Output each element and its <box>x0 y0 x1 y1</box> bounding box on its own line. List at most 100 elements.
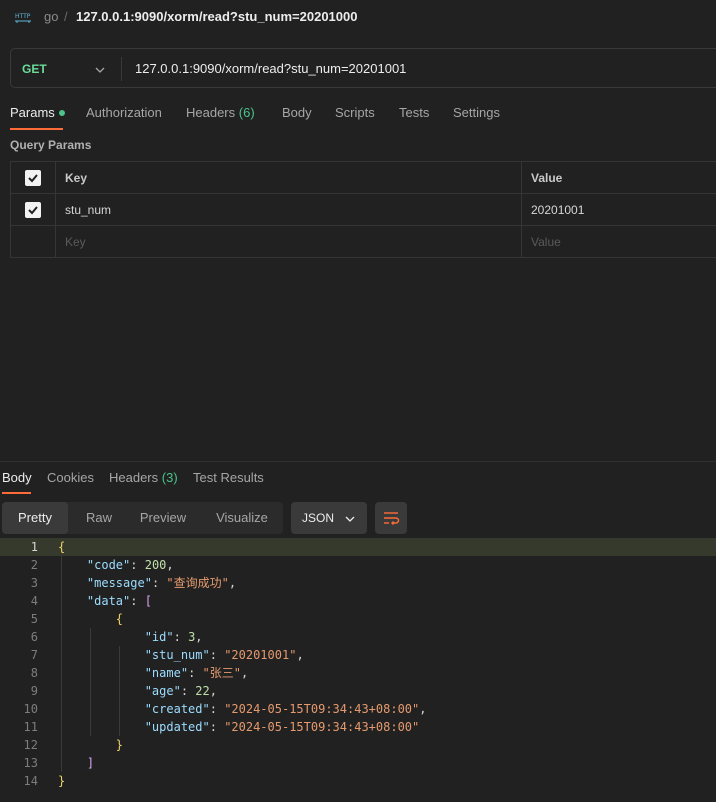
empty-check-cell <box>10 225 56 258</box>
line-number: 8 <box>30 666 38 680</box>
code-text: "data": [ <box>86 594 152 608</box>
row-check-cell <box>10 193 56 226</box>
table-row-empty: Key Value <box>10 225 716 258</box>
response-tabs: Body Cookies Headers (3) Test Results <box>0 470 716 494</box>
row-checkbox[interactable] <box>25 201 41 218</box>
view-mode-segment: Pretty Raw Preview Visualize <box>2 502 283 534</box>
table-row: stu_num 20201001 <box>10 193 716 226</box>
query-params-table: Key Value stu_num 20201001 Key Value <box>10 161 716 258</box>
line-number: 12 <box>23 738 38 752</box>
code-text: "id": 3, <box>144 630 203 644</box>
wrap-lines-icon <box>375 512 407 537</box>
line-number: 1 <box>30 540 38 554</box>
code-text: "message": "查询成功", <box>86 576 237 590</box>
code-line: 2 "code": 200, <box>0 556 716 574</box>
breadcrumb-workspace[interactable]: go <box>44 9 58 24</box>
view-visualize-button[interactable]: Visualize <box>206 502 278 534</box>
code-text: { <box>58 540 66 554</box>
response-tab-headers-label: Headers <box>109 470 159 485</box>
response-tab-test-results[interactable]: Test Results <box>193 470 264 485</box>
code-text: "created": "2024-05-15T09:34:43+08:00", <box>144 702 427 716</box>
params-active-dot <box>58 109 65 116</box>
code-line: 9 "age": 22, <box>0 682 716 700</box>
line-number: 14 <box>23 774 38 788</box>
tab-body[interactable]: Body <box>282 105 312 120</box>
top-bar: HTTP go / 127.0.0.1:9090/xorm/read?stu_n… <box>0 0 716 36</box>
key-placeholder-cell[interactable]: Key <box>55 225 522 258</box>
line-number: 7 <box>30 648 38 662</box>
key-column-header: Key <box>55 161 522 194</box>
svg-text:HTTP: HTTP <box>15 13 31 20</box>
code-line: 14} <box>0 772 716 790</box>
code-text: { <box>115 612 124 626</box>
chevron-down-icon <box>345 513 355 523</box>
code-line: 5 { <box>0 610 716 628</box>
value-placeholder-cell[interactable]: Value <box>521 225 716 258</box>
code-line: 7 "stu_num": "20201001", <box>0 646 716 664</box>
url-input[interactable]: 127.0.0.1:9090/xorm/read?stu_num=2020100… <box>135 61 406 76</box>
active-tab-indicator <box>10 128 63 130</box>
line-number: 4 <box>30 594 38 608</box>
tab-tests[interactable]: Tests <box>399 105 429 120</box>
code-line: 11 "updated": "2024-05-15T09:34:43+08:00… <box>0 718 716 736</box>
table-header-row: Key Value <box>10 161 716 194</box>
line-number: 6 <box>30 630 38 644</box>
line-number: 11 <box>23 720 38 734</box>
breadcrumb-separator: / <box>64 9 68 24</box>
code-line: 8 "name": "张三", <box>0 664 716 682</box>
format-select[interactable]: JSON <box>291 502 367 534</box>
headers-count: (6) <box>238 105 255 120</box>
response-divider[interactable] <box>0 461 716 462</box>
code-text: } <box>58 774 66 788</box>
tab-authorization[interactable]: Authorization <box>86 105 162 120</box>
response-tab-body[interactable]: Body <box>2 470 32 485</box>
query-params-title: Query Params <box>10 138 92 152</box>
code-line: 12 } <box>0 736 716 754</box>
request-title[interactable]: 127.0.0.1:9090/xorm/read?stu_num=2020100… <box>76 9 357 24</box>
line-number: 10 <box>23 702 38 716</box>
code-text: "updated": "2024-05-15T09:34:43+08:00" <box>144 720 420 734</box>
request-tabs: Params Authorization Headers (6) Body Sc… <box>0 105 716 129</box>
code-line: 6 "id": 3, <box>0 628 716 646</box>
select-all-cell <box>10 161 56 194</box>
view-pretty-button[interactable]: Pretty <box>2 502 68 534</box>
code-text: "code": 200, <box>86 558 174 572</box>
view-preview-button[interactable]: Preview <box>130 502 196 534</box>
code-text: "age": 22, <box>144 684 217 698</box>
method-select[interactable]: GET <box>22 62 47 76</box>
chevron-down-icon[interactable] <box>95 63 105 73</box>
response-tab-headers[interactable]: Headers (3) <box>109 470 178 485</box>
param-key-cell[interactable]: stu_num <box>55 193 522 226</box>
line-number: 3 <box>30 576 38 590</box>
param-value-cell[interactable]: 20201001 <box>521 193 716 226</box>
code-line: 13 ] <box>0 754 716 772</box>
active-response-tab-indicator <box>2 492 31 494</box>
code-line: 10 "created": "2024-05-15T09:34:43+08:00… <box>0 700 716 718</box>
response-body-editor[interactable]: 1{2 "code": 200, 3 "message": "查询成功", 4 "d… <box>0 538 716 790</box>
tab-params-label: Params <box>10 105 55 120</box>
url-divider <box>121 57 122 81</box>
code-text: "stu_num": "20201001", <box>144 648 304 662</box>
tab-headers[interactable]: Headers (6) <box>186 105 255 120</box>
response-headers-count: (3) <box>161 470 178 485</box>
wrap-lines-button[interactable] <box>375 502 407 534</box>
line-number: 5 <box>30 612 38 626</box>
line-number: 13 <box>23 756 38 770</box>
code-text: } <box>115 738 124 752</box>
tab-settings[interactable]: Settings <box>453 105 500 120</box>
code-text: "name": "张三", <box>144 666 249 680</box>
tab-scripts[interactable]: Scripts <box>335 105 375 120</box>
code-line: 3 "message": "查询成功", <box>0 574 716 592</box>
code-line: 4 "data": [ <box>0 592 716 610</box>
view-raw-button[interactable]: Raw <box>68 502 130 534</box>
line-number: 9 <box>30 684 38 698</box>
tab-params[interactable]: Params <box>10 105 65 120</box>
code-text: ] <box>86 756 95 770</box>
tab-headers-label: Headers <box>186 105 236 120</box>
url-bar: GET 127.0.0.1:9090/xorm/read?stu_num=202… <box>10 48 716 88</box>
select-all-checkbox[interactable] <box>25 169 41 186</box>
value-column-header: Value <box>521 161 716 194</box>
http-request-icon: HTTP <box>14 9 32 25</box>
response-tab-cookies[interactable]: Cookies <box>47 470 94 485</box>
format-label: JSON <box>302 511 335 525</box>
